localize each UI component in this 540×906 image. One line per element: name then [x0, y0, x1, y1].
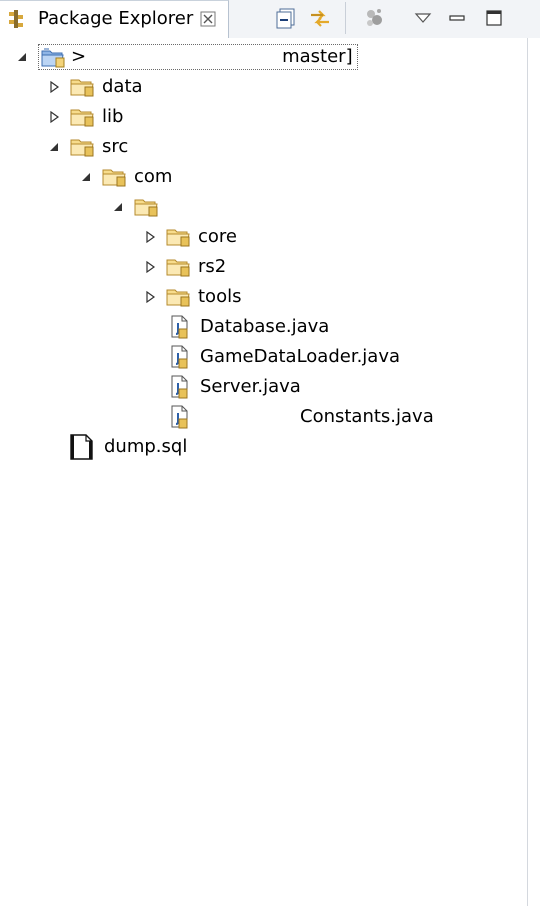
package-folder-icon: [166, 285, 192, 309]
java-file-icon: [166, 405, 192, 429]
package-explorer-icon: [8, 9, 24, 29]
package-folder-icon: [134, 195, 160, 219]
expanded-arrow-icon[interactable]: [46, 139, 62, 155]
expanded-arrow-icon[interactable]: [110, 199, 126, 215]
view-tab-bar: Package Explorer: [0, 0, 540, 38]
java-file-icon: [166, 315, 192, 339]
focus-on-active-task-icon[interactable]: [360, 4, 388, 32]
project-prefix: >: [71, 46, 87, 67]
tab-title: Package Explorer: [38, 8, 194, 29]
tree-item-tools[interactable]: tools: [142, 282, 241, 312]
source-folder-icon: [70, 135, 96, 159]
tree-item-database-java[interactable]: Database.java: [166, 312, 329, 342]
source-folder-icon: [70, 105, 96, 129]
java-file-icon: [166, 375, 192, 399]
tree-item-core[interactable]: core: [142, 222, 237, 252]
folder-label: data: [102, 76, 143, 97]
project-selection-box: > master]: [38, 44, 358, 70]
tree-item-constants-java[interactable]: Constants.java: [166, 402, 434, 432]
view-menu-icon[interactable]: [409, 4, 437, 32]
tree-item-lib[interactable]: lib: [46, 102, 123, 132]
sql-file-icon: [68, 434, 94, 460]
folder-label: src: [102, 136, 129, 157]
folder-label: lib: [102, 106, 124, 127]
file-label: GameDataLoader.java: [200, 346, 401, 367]
view-border: [527, 38, 528, 906]
folder-label: core: [198, 226, 237, 247]
tree-item-gamedataloader-java[interactable]: GameDataLoader.java: [166, 342, 400, 372]
toolbar-separator: [345, 2, 346, 34]
redacted-class-prefix: [200, 408, 300, 426]
tree-item-project[interactable]: > master]: [14, 42, 358, 72]
project-folder-icon: [41, 45, 67, 69]
link-with-editor-icon[interactable]: [306, 4, 334, 32]
file-label: Database.java: [200, 316, 330, 337]
folder-label: tools: [198, 286, 242, 307]
folder-label: rs2: [198, 256, 227, 277]
tree-item-com[interactable]: com: [78, 162, 172, 192]
tree-item-server-java[interactable]: Server.java: [166, 372, 301, 402]
tree-item-data[interactable]: data: [46, 72, 143, 102]
collapsed-arrow-icon[interactable]: [142, 259, 158, 275]
redacted-package-name: [166, 198, 256, 216]
file-label: Constants.java: [300, 406, 434, 427]
folder-label: com: [134, 166, 173, 187]
file-label: Server.java: [200, 376, 301, 397]
package-explorer-tab[interactable]: Package Explorer: [0, 0, 229, 38]
close-icon[interactable]: [199, 10, 217, 28]
expanded-arrow-icon[interactable]: [14, 49, 30, 65]
tree-item-rs2[interactable]: rs2: [142, 252, 226, 282]
collapsed-arrow-icon[interactable]: [46, 109, 62, 125]
file-label: dump.sql: [104, 436, 188, 457]
collapsed-arrow-icon[interactable]: [142, 289, 158, 305]
maximize-icon[interactable]: [480, 4, 508, 32]
java-file-icon: [166, 345, 192, 369]
expanded-arrow-icon[interactable]: [78, 169, 94, 185]
tree-item-package[interactable]: [110, 192, 256, 222]
minimize-icon[interactable]: [443, 4, 471, 32]
package-folder-icon: [166, 225, 192, 249]
source-folder-icon: [70, 75, 96, 99]
redacted-project-name: [86, 48, 283, 66]
package-folder-icon: [102, 165, 128, 189]
collapse-all-icon[interactable]: [272, 4, 300, 32]
collapsed-arrow-icon[interactable]: [142, 229, 158, 245]
collapsed-arrow-icon[interactable]: [46, 79, 62, 95]
tree-item-dump-sql[interactable]: dump.sql: [68, 432, 187, 462]
project-branch-label: master]: [282, 46, 353, 67]
package-folder-icon: [166, 255, 192, 279]
tree-item-src[interactable]: src: [46, 132, 128, 162]
